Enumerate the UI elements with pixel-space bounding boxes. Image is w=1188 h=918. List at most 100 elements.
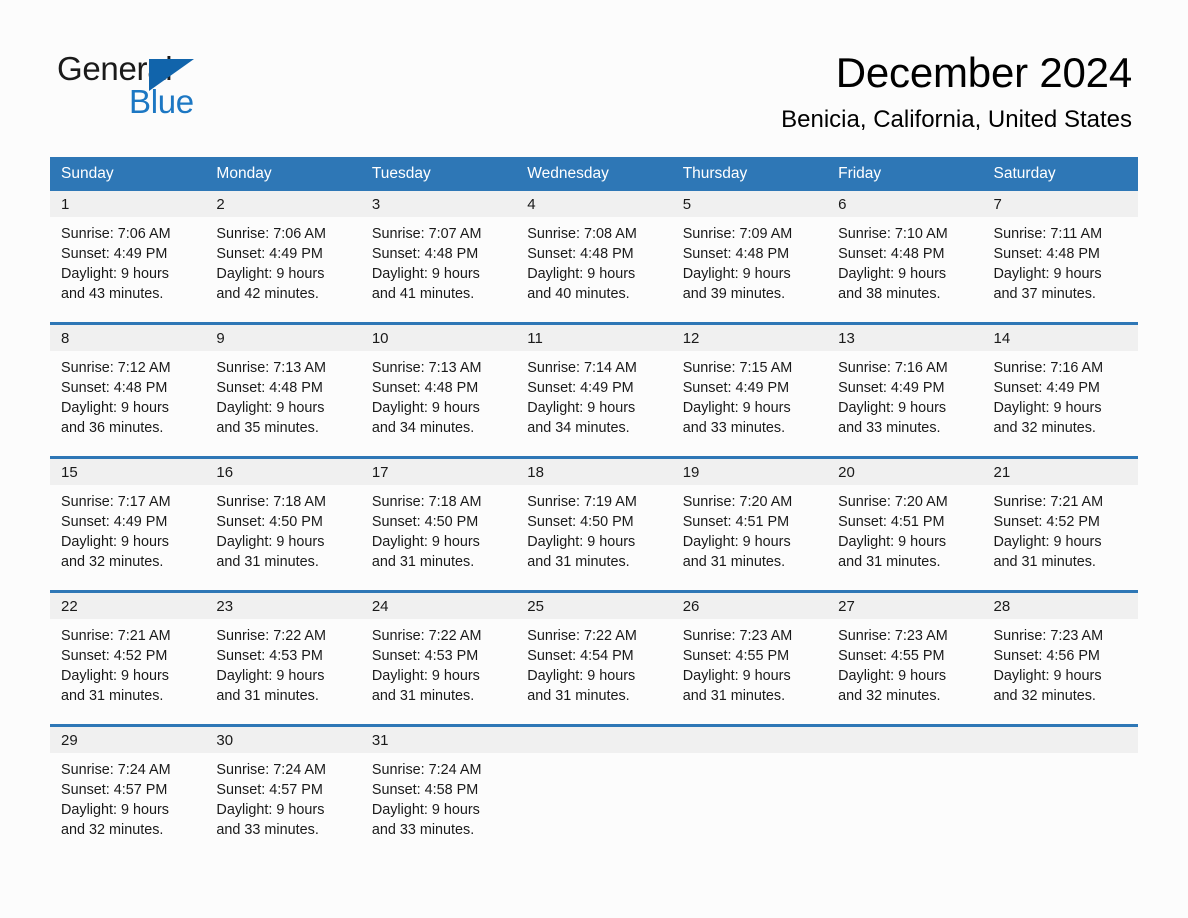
daylight-text-line1: Daylight: 9 hours <box>527 668 636 684</box>
day-number: 17 <box>360 459 517 485</box>
day-details: Sunrise: 7:21 AM Sunset: 4:52 PM Daylight:… <box>983 485 1138 572</box>
day-cell[interactable]: 24 Sunrise: 7:22 AM Sunset: 4:53 PM Dayligh… <box>360 590 517 726</box>
daylight-text-line1: Daylight: 9 hours <box>61 668 169 684</box>
sunset-text: Sunset: 4:50 PM <box>371 514 479 530</box>
day-cell[interactable]: 26 Sunrise: 7:23 AM Sunset: 4:55 PM Dayligh… <box>671 590 828 726</box>
day-details: Sunrise: 7:13 AM Sunset: 4:48 PM Daylight:… <box>205 351 360 438</box>
day-cell[interactable]: 2 Sunrise: 7:06 AM Sunset: 4:49 PM Daylight… <box>205 191 361 324</box>
daylight-text-line2: and 32 minutes. <box>61 822 164 838</box>
day-number: 23 <box>205 593 361 619</box>
daylight-text-line1: Daylight: 9 hours <box>216 266 325 282</box>
day-cell[interactable]: 8 Sunrise: 7:12 AM Sunset: 4:48 PM Daylight… <box>50 322 206 458</box>
daylight-text-line2: and 33 minutes. <box>371 822 475 838</box>
daylight-text-line1: Daylight: 9 hours <box>371 534 480 550</box>
day-number: 20 <box>827 459 983 485</box>
day-cell[interactable]: 11 Sunrise: 7:14 AM Sunset: 4:49 PM Dayligh… <box>516 322 672 458</box>
day-cell[interactable]: 4 Sunrise: 7:08 AM Sunset: 4:48 PM Daylight… <box>516 191 672 324</box>
day-cell[interactable]: 30 Sunrise: 7:24 AM Sunset: 4:57 PM Dayligh… <box>205 724 361 858</box>
sunset-text: Sunset: 4:53 PM <box>216 648 323 664</box>
day-cell[interactable]: 28 Sunrise: 7:23 AM Sunset: 4:56 PM Dayligh… <box>982 590 1138 726</box>
day-number: 22 <box>50 593 206 619</box>
sunset-text: Sunset: 4:48 PM <box>993 246 1100 262</box>
day-details: Sunrise: 7:24 AM Sunset: 4:57 PM Daylight:… <box>50 753 205 840</box>
sunrise-text: Sunrise: 7:13 AM <box>371 360 482 376</box>
weekday-header-row: Sunday Monday Tuesday Wednesday Thursday… <box>50 157 1138 191</box>
sunset-text: Sunset: 4:48 PM <box>371 246 479 262</box>
daylight-text-line2: and 38 minutes. <box>838 286 941 302</box>
sunset-text: Sunset: 4:48 PM <box>216 380 323 396</box>
day-cell[interactable]: 31 Sunrise: 7:24 AM Sunset: 4:58 PM Dayligh… <box>360 724 517 858</box>
day-cell[interactable]: 27 Sunrise: 7:23 AM Sunset: 4:55 PM Dayligh… <box>827 590 983 726</box>
day-details: Sunrise: 7:12 AM Sunset: 4:48 PM Daylight:… <box>50 351 205 438</box>
weekday-header-sunday: Sunday <box>50 157 206 191</box>
day-cell[interactable]: 23 Sunrise: 7:22 AM Sunset: 4:53 PM Dayligh… <box>205 590 361 726</box>
daylight-text-line2: and 32 minutes. <box>838 688 941 704</box>
sunset-text: Sunset: 4:53 PM <box>371 648 479 664</box>
day-details: Sunrise: 7:14 AM Sunset: 4:49 PM Daylight:… <box>516 351 671 438</box>
day-number: 6 <box>827 191 983 217</box>
day-cell[interactable]: 20 Sunrise: 7:20 AM Sunset: 4:51 PM Dayligh… <box>827 456 983 592</box>
day-number: 8 <box>50 325 206 351</box>
day-number: 15 <box>50 459 206 485</box>
day-cell[interactable]: 10 Sunrise: 7:13 AM Sunset: 4:48 PM Dayligh… <box>360 322 517 458</box>
day-details: Sunrise: 7:06 AM Sunset: 4:49 PM Daylight:… <box>50 217 205 304</box>
sunrise-text: Sunrise: 7:13 AM <box>216 360 327 376</box>
day-number: 3 <box>360 191 517 217</box>
location-subtitle: Benicia, California, United States <box>781 106 1132 134</box>
daylight-text-line1: Daylight: 9 hours <box>682 668 791 684</box>
sunset-text: Sunset: 4:58 PM <box>371 782 479 798</box>
day-details: Sunrise: 7:23 AM Sunset: 4:55 PM Daylight:… <box>827 619 982 706</box>
day-cell[interactable]: 25 Sunrise: 7:22 AM Sunset: 4:54 PM Dayligh… <box>516 590 672 726</box>
day-number: 13 <box>827 325 983 351</box>
day-cell[interactable]: 15 Sunrise: 7:17 AM Sunset: 4:49 PM Dayligh… <box>50 456 206 592</box>
day-cell[interactable]: 17 Sunrise: 7:18 AM Sunset: 4:50 PM Dayligh… <box>360 456 517 592</box>
sunrise-text: Sunrise: 7:23 AM <box>838 628 948 644</box>
daylight-text-line2: and 40 minutes. <box>527 286 630 302</box>
sunset-text: Sunset: 4:55 PM <box>838 648 945 664</box>
day-cell[interactable]: 3 Sunrise: 7:07 AM Sunset: 4:48 PM Daylight… <box>360 191 517 324</box>
sunrise-text: Sunrise: 7:22 AM <box>216 628 327 644</box>
day-details: Sunrise: 7:06 AM Sunset: 4:49 PM Daylight:… <box>205 217 360 304</box>
day-cell[interactable]: 7 Sunrise: 7:11 AM Sunset: 4:48 PM Daylight… <box>982 191 1138 324</box>
day-cell[interactable]: 16 Sunrise: 7:18 AM Sunset: 4:50 PM Dayligh… <box>205 456 361 592</box>
sunrise-text: Sunrise: 7:17 AM <box>61 494 171 510</box>
sunset-text: Sunset: 4:49 PM <box>838 380 945 396</box>
day-cell[interactable]: 12 Sunrise: 7:15 AM Sunset: 4:49 PM Dayligh… <box>671 322 828 458</box>
daylight-text-line1: Daylight: 9 hours <box>838 400 947 416</box>
week-row: 8 Sunrise: 7:12 AM Sunset: 4:48 PM Daylight… <box>50 322 1138 458</box>
daylight-text-line1: Daylight: 9 hours <box>371 668 480 684</box>
daylight-text-line1: Daylight: 9 hours <box>371 266 480 282</box>
weekday-header-friday: Friday <box>827 157 983 191</box>
day-details: Sunrise: 7:16 AM Sunset: 4:49 PM Daylight:… <box>827 351 982 438</box>
week-row: 1 Sunrise: 7:06 AM Sunset: 4:49 PM Daylight… <box>50 191 1138 324</box>
day-cell[interactable]: 1 Sunrise: 7:06 AM Sunset: 4:49 PM Daylight… <box>50 191 206 324</box>
day-number: 7 <box>982 191 1138 217</box>
daylight-text-line2: and 37 minutes. <box>993 286 1096 302</box>
day-cell[interactable]: 18 Sunrise: 7:19 AM Sunset: 4:50 PM Dayligh… <box>516 456 672 592</box>
calendar-page: General Blue December 2024 Benicia, Cali… <box>0 0 1188 918</box>
day-number <box>671 727 828 753</box>
day-cell[interactable]: 13 Sunrise: 7:16 AM Sunset: 4:49 PM Dayligh… <box>827 322 983 458</box>
daylight-text-line2: and 31 minutes. <box>216 688 319 704</box>
day-cell[interactable]: 14 Sunrise: 7:16 AM Sunset: 4:49 PM Dayligh… <box>982 322 1138 458</box>
day-cell[interactable]: 19 Sunrise: 7:20 AM Sunset: 4:51 PM Dayligh… <box>671 456 828 592</box>
day-number: 10 <box>360 325 517 351</box>
day-cell[interactable]: 22 Sunrise: 7:21 AM Sunset: 4:52 PM Dayligh… <box>50 590 206 726</box>
day-details: Sunrise: 7:11 AM Sunset: 4:48 PM Daylight:… <box>983 217 1138 304</box>
day-cell[interactable]: 21 Sunrise: 7:21 AM Sunset: 4:52 PM Dayligh… <box>982 456 1138 592</box>
daylight-text-line2: and 33 minutes. <box>682 420 786 436</box>
day-cell[interactable]: 9 Sunrise: 7:13 AM Sunset: 4:48 PM Daylight… <box>205 322 361 458</box>
daylight-text-line1: Daylight: 9 hours <box>527 266 636 282</box>
sunset-text: Sunset: 4:56 PM <box>993 648 1100 664</box>
daylight-text-line2: and 31 minutes. <box>61 688 164 704</box>
day-cell[interactable]: 6 Sunrise: 7:10 AM Sunset: 4:48 PM Daylight… <box>827 191 983 324</box>
day-cell[interactable]: 29 Sunrise: 7:24 AM Sunset: 4:57 PM Dayligh… <box>50 724 206 858</box>
sunset-text: Sunset: 4:48 PM <box>682 246 790 262</box>
sunrise-text: Sunrise: 7:20 AM <box>838 494 948 510</box>
daylight-text-line1: Daylight: 9 hours <box>993 266 1102 282</box>
title-block: December 2024 Benicia, California, Unite… <box>781 50 1132 134</box>
sunset-text: Sunset: 4:49 PM <box>61 514 168 530</box>
sunrise-text: Sunrise: 7:14 AM <box>527 360 637 376</box>
day-cell[interactable]: 5 Sunrise: 7:09 AM Sunset: 4:48 PM Daylight… <box>671 191 828 324</box>
daylight-text-line1: Daylight: 9 hours <box>216 802 325 818</box>
